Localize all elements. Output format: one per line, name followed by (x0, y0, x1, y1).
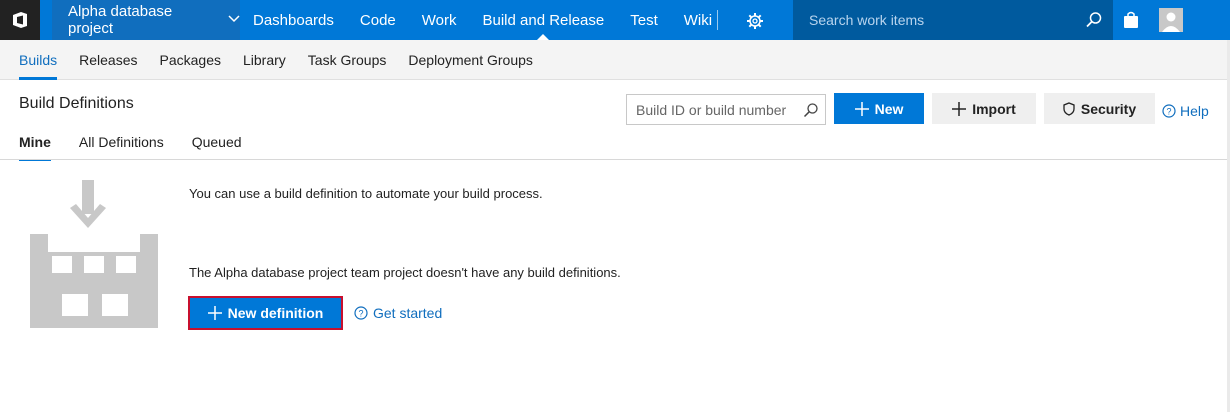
plus-icon (207, 306, 222, 320)
tab-mine[interactable]: Mine (19, 134, 51, 161)
get-started-label: Get started (373, 305, 443, 321)
nav-dashboards[interactable]: Dashboards (240, 0, 347, 40)
help-circle-icon: ? (1162, 104, 1176, 118)
build-illustration-icon (30, 180, 160, 335)
bag-icon[interactable] (1122, 10, 1140, 35)
top-nav: Dashboards Code Work Build and Release T… (240, 0, 725, 40)
new-definition-label: New definition (227, 305, 324, 321)
get-started-link[interactable]: ? Get started (354, 305, 442, 321)
import-button[interactable]: Import (932, 93, 1036, 124)
definition-tabs: Mine All Definitions Queued (19, 134, 270, 161)
gear-icon[interactable] (744, 10, 766, 32)
new-definition-button[interactable]: New definition (188, 296, 343, 330)
nav-code[interactable]: Code (347, 0, 409, 40)
project-name: Alpha database project (68, 3, 173, 37)
build-search-placeholder: Build ID or build number (636, 101, 787, 118)
svg-text:?: ? (358, 309, 363, 319)
new-button[interactable]: New (834, 93, 924, 124)
page-title: Build Definitions (19, 95, 134, 112)
empty-state-message: You can use a build definition to automa… (189, 186, 543, 201)
subnav-releases[interactable]: Releases (68, 40, 148, 80)
subnav-packages[interactable]: Packages (149, 40, 232, 80)
import-button-label: Import (972, 100, 1016, 117)
shield-icon (1063, 101, 1075, 116)
nav-divider (717, 10, 718, 30)
nav-build-and-release[interactable]: Build and Release (469, 0, 617, 40)
svg-text:?: ? (1166, 107, 1171, 117)
vsts-logo-icon[interactable] (0, 0, 40, 40)
subnav-task-groups[interactable]: Task Groups (297, 40, 398, 80)
search-placeholder: Search work items (809, 12, 925, 28)
avatar-icon[interactable] (1159, 8, 1183, 32)
subnav-library[interactable]: Library (232, 40, 297, 80)
security-button-label: Security (1080, 100, 1137, 117)
tab-all-definitions[interactable]: All Definitions (79, 134, 164, 159)
project-selector[interactable]: Alpha database project (52, 0, 240, 40)
sub-nav: Builds Releases Packages Library Task Gr… (0, 40, 1230, 80)
tabs-divider (0, 159, 1230, 160)
chevron-down-icon (228, 14, 240, 26)
plus-icon (952, 101, 967, 116)
build-search-input[interactable]: Build ID or build number (626, 94, 826, 125)
nav-work[interactable]: Work (409, 0, 470, 40)
security-button[interactable]: Security (1044, 93, 1155, 124)
plus-icon (854, 101, 869, 116)
tab-queued[interactable]: Queued (192, 134, 242, 159)
subnav-deployment-groups[interactable]: Deployment Groups (397, 40, 544, 80)
no-definitions-message: The Alpha database project team project … (189, 265, 621, 280)
search-icon[interactable] (803, 102, 819, 121)
top-bar: Alpha database project Dashboards Code W… (0, 0, 1230, 40)
help-circle-icon: ? (354, 306, 368, 320)
help-link[interactable]: ? Help (1162, 103, 1209, 119)
search-icon[interactable] (1085, 11, 1103, 32)
new-button-label: New (874, 100, 904, 117)
work-items-search-input[interactable]: Search work items (793, 0, 1113, 40)
subnav-builds[interactable]: Builds (8, 40, 68, 80)
help-label: Help (1180, 103, 1209, 119)
nav-test[interactable]: Test (617, 0, 671, 40)
